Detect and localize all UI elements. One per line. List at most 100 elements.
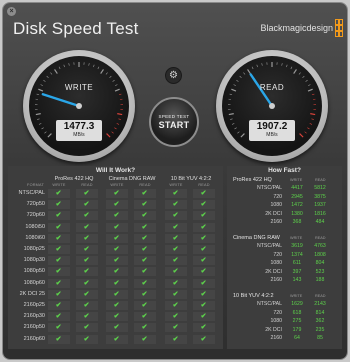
check-icon: ✔: [113, 279, 120, 287]
check-icon: ✔: [200, 212, 207, 220]
write-fps: 3619: [291, 243, 303, 249]
write-readout: 1477.3 MB/s: [56, 120, 102, 141]
subheader-read: READ: [315, 236, 326, 240]
check-icon: ✔: [200, 201, 207, 209]
check-icon: ✔: [55, 335, 62, 343]
check-icon: ✔: [141, 190, 148, 197]
check-icon: ✔: [113, 201, 120, 209]
start-button[interactable]: SPEED TEST START: [149, 97, 199, 147]
gauge-tick: [293, 69, 297, 74]
gauge-tick: [236, 79, 239, 82]
resolution-label: 2160: [270, 219, 282, 226]
check-icon: ✔: [200, 257, 207, 265]
check-icon: ✔: [113, 257, 120, 265]
gauge-tick: [230, 118, 233, 120]
close-icon[interactable]: ×: [7, 7, 16, 16]
table-row: 1080p25 ✔ ✔ ✔ ✔ ✔ ✔: [8, 245, 223, 255]
subheader-read: READ: [81, 183, 93, 187]
check-icon: ✔: [55, 268, 62, 276]
format-name: 720p50: [26, 201, 45, 208]
gauge-tick: [290, 66, 293, 70]
speed-row: 2160 64 85: [227, 335, 342, 343]
gauge-tick: [299, 133, 304, 138]
check-icon: ✔: [55, 257, 62, 265]
column-header-2: 10 Bit YUV 4:2:2: [170, 176, 212, 182]
check-icon: ✔: [55, 290, 62, 298]
how-fast-panel: How Fast? ProRes 422 HQ WRITE READ NTSC/PAL…: [227, 166, 342, 349]
subheader-read: READ: [315, 294, 326, 298]
format-label: FORMAT: [27, 183, 44, 187]
check-icon: ✔: [200, 246, 207, 253]
format-name: 1080p30: [23, 257, 45, 264]
gauge-tick: [311, 93, 315, 96]
gauge-tick: [247, 69, 251, 74]
gauge-tick: [106, 133, 111, 138]
subheader-write: WRITE: [290, 178, 303, 182]
check-icon: ✔: [141, 302, 148, 309]
format-name: 2160p25: [23, 302, 45, 308]
resolution-label: NTSC/PAL: [257, 185, 282, 191]
gauge-tick: [36, 93, 40, 96]
gauge-tick: [97, 66, 100, 70]
check-icon: ✔: [55, 212, 62, 220]
gauge-tick: [231, 123, 235, 125]
gauge-tick: [37, 118, 40, 120]
gauge-tick: [281, 63, 283, 66]
format-name: 720p60: [26, 212, 45, 219]
check-icon: ✔: [141, 234, 148, 242]
format-name: 2160p30: [23, 313, 45, 320]
check-icon: ✔: [55, 302, 62, 309]
read-fps: 5812: [314, 185, 326, 191]
gauge-tick: [286, 64, 288, 68]
check-icon: ✔: [200, 335, 207, 343]
how-fast-title: How Fast?: [268, 167, 301, 174]
check-icon: ✔: [55, 313, 62, 321]
write-value: 1477.3: [63, 121, 95, 132]
gauge-tick: [68, 63, 70, 66]
gauge-tick: [93, 64, 95, 68]
table-row: 720p50 ✔ ✔ ✔ ✔ ✔ ✔: [8, 200, 223, 210]
brand-logo-icon: [335, 19, 343, 37]
check-icon: ✔: [83, 335, 90, 343]
resolution-label: NTSC/PAL: [257, 243, 282, 249]
check-icon: ✔: [55, 246, 62, 253]
format-name: 1080i60: [25, 234, 45, 241]
gauge-tick: [228, 113, 234, 116]
read-fps: 4763: [314, 243, 326, 249]
gauge-tick: [109, 75, 112, 79]
read-fps: 3875: [314, 193, 326, 200]
check-icon: ✔: [141, 335, 148, 343]
check-icon: ✔: [200, 313, 207, 321]
gauge-tick: [234, 127, 237, 130]
check-icon: ✔: [200, 279, 207, 287]
gauge-tick: [243, 72, 246, 75]
speed-row: 2160 143 188: [227, 277, 342, 285]
check-icon: ✔: [141, 290, 148, 298]
read-fps: 1808: [314, 251, 326, 258]
subheader-read: READ: [315, 178, 326, 182]
gear-icon[interactable]: ⚙: [165, 67, 182, 84]
gauge-tick: [112, 79, 115, 82]
speed-row: 720 1374 1808: [227, 252, 342, 260]
check-icon: ✔: [113, 212, 120, 220]
check-icon: ✔: [172, 335, 179, 343]
gauge-tick: [38, 123, 42, 125]
write-gauge-dial: [35, 62, 123, 138]
write-fps: 64: [294, 335, 300, 342]
check-icon: ✔: [113, 234, 120, 242]
check-icon: ✔: [83, 201, 90, 209]
speed-row: NTSC/PAL 3619 4763: [227, 243, 342, 251]
resolution-label: 720: [273, 193, 282, 200]
start-button-label: START: [158, 120, 190, 130]
gauge-tick: [305, 79, 308, 82]
write-fps: 611: [292, 260, 302, 267]
write-fps: 4417: [291, 185, 303, 191]
check-icon: ✔: [55, 324, 62, 332]
check-icon: ✔: [200, 324, 207, 332]
gauge-hub: [76, 103, 82, 109]
read-fps: 484: [315, 219, 325, 226]
table-row: 1080i50 ✔ ✔ ✔ ✔ ✔ ✔: [8, 222, 223, 233]
write-fps: 2945: [291, 193, 303, 200]
speed-row: 720 2945 3875: [227, 194, 342, 202]
gauge-tick: [304, 131, 307, 134]
